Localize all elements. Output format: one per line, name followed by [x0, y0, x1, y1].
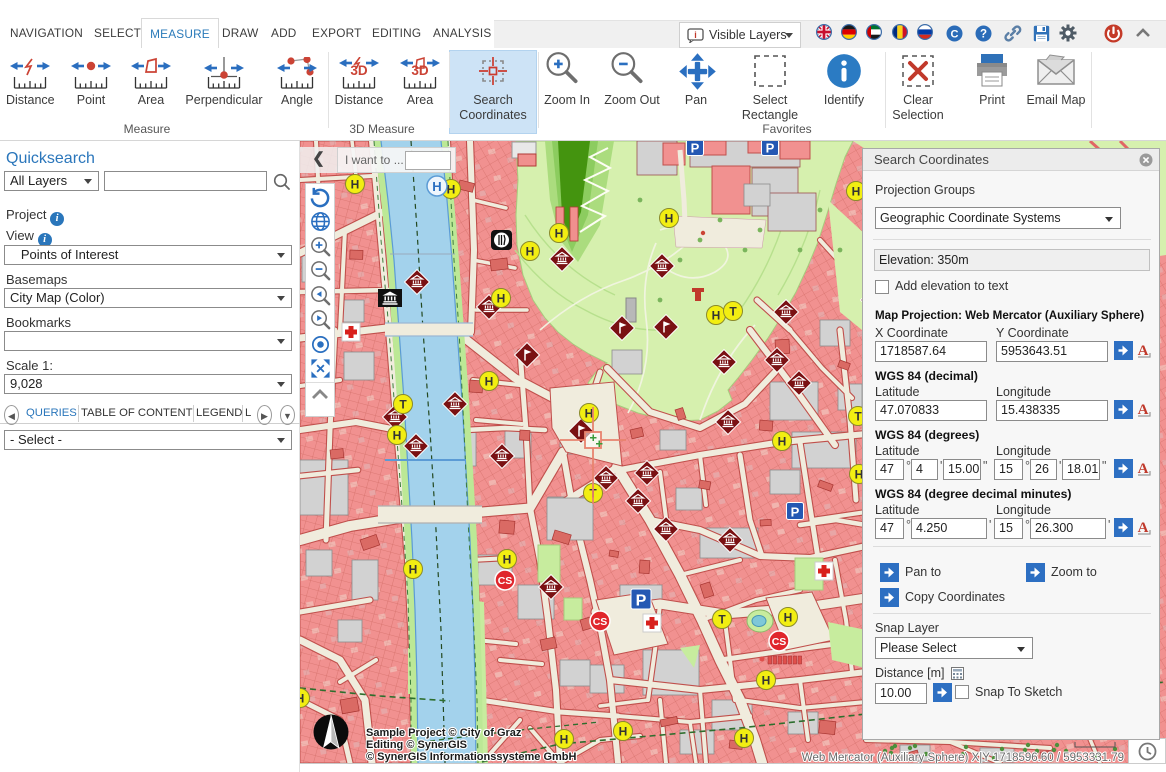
svg-text:H: H: [665, 212, 674, 226]
svg-text:H: H: [852, 185, 861, 199]
svg-text:CS: CS: [593, 616, 608, 628]
svg-text:P: P: [791, 504, 800, 519]
svg-text:H: H: [526, 245, 535, 259]
svg-text:H: H: [351, 178, 360, 192]
svg-text:H: H: [712, 309, 721, 323]
svg-text:P: P: [636, 592, 647, 609]
svg-text:CS: CS: [498, 575, 513, 587]
svg-text:H: H: [555, 227, 564, 241]
svg-text:H: H: [619, 725, 628, 739]
svg-text:H: H: [393, 429, 402, 443]
svg-text:Web Mercator (Auxiliary Sphere: Web Mercator (Auxiliary Sphere) X|Y 1718…: [802, 752, 1124, 763]
svg-text:H: H: [409, 563, 418, 577]
svg-text:H: H: [485, 375, 494, 389]
svg-text:H: H: [300, 692, 304, 706]
svg-text:Sample Project © City of Graz: Sample Project © City of Graz: [366, 727, 522, 739]
svg-text:T: T: [399, 398, 407, 412]
svg-text:CS: CS: [772, 636, 787, 648]
svg-text:H: H: [432, 179, 441, 194]
svg-text:H: H: [778, 435, 787, 449]
svg-text:3D: 3D: [350, 63, 368, 78]
svg-text:© SynerGIS Informationssysteme: © SynerGIS Informationssysteme GmbH: [366, 751, 576, 763]
svg-text:A: A: [1138, 520, 1149, 536]
svg-text:P: P: [691, 141, 700, 155]
svg-text:H: H: [740, 732, 749, 746]
svg-text:H: H: [503, 553, 512, 567]
svg-text:A: A: [1138, 402, 1149, 418]
svg-text:H: H: [585, 407, 594, 421]
svg-text:P: P: [766, 141, 775, 155]
svg-text:H: H: [762, 674, 771, 688]
svg-text:A: A: [1138, 461, 1149, 477]
svg-text:H: H: [447, 183, 456, 197]
svg-text:T: T: [729, 305, 737, 319]
svg-text:i: i: [694, 30, 697, 40]
svg-text:Editing © SynerGIS: Editing © SynerGIS: [366, 739, 467, 751]
svg-text:H: H: [497, 292, 506, 306]
svg-text:3D: 3D: [411, 63, 429, 78]
svg-text:?: ?: [980, 29, 987, 41]
svg-text:A: A: [1138, 343, 1149, 359]
svg-text:C: C: [951, 29, 959, 41]
svg-text:T: T: [718, 613, 726, 627]
svg-text:H: H: [560, 733, 569, 747]
svg-text:H: H: [784, 611, 793, 625]
